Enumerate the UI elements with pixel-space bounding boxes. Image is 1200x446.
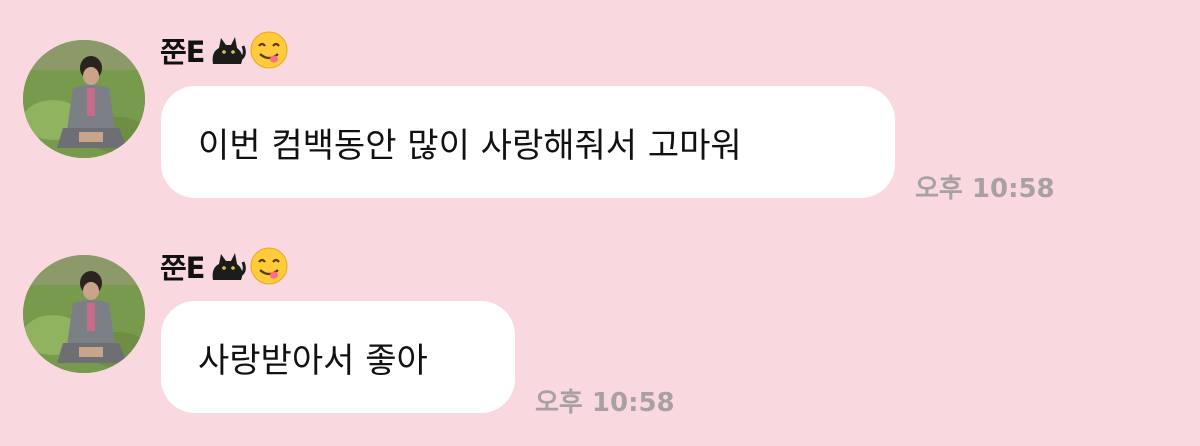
profile-photo xyxy=(23,40,145,158)
sender: 쭌E xyxy=(160,28,289,72)
yum-face-icon xyxy=(250,247,287,285)
avatar[interactable] xyxy=(23,255,145,373)
avatar[interactable] xyxy=(23,40,145,158)
sender-name: 쭌E xyxy=(160,35,205,69)
cat-icon xyxy=(212,37,246,64)
yum-face-icon xyxy=(250,31,287,69)
message-text: 사랑받아서 좋아 xyxy=(198,340,428,381)
sender: 쭌E xyxy=(160,244,289,288)
profile-photo xyxy=(23,255,145,373)
message-bubble[interactable]: 사랑받아서 좋아 xyxy=(161,301,515,413)
sender-name: 쭌E xyxy=(160,251,205,285)
message-text: 이번 컴백동안 많이 사랑해줘서 고마워 xyxy=(198,125,742,166)
message-bubble[interactable]: 이번 컴백동안 많이 사랑해줘서 고마워 xyxy=(161,86,895,198)
message-time: 오후 10:58 xyxy=(535,388,675,418)
cat-icon xyxy=(212,253,246,280)
message-time: 오후 10:58 xyxy=(915,174,1055,204)
